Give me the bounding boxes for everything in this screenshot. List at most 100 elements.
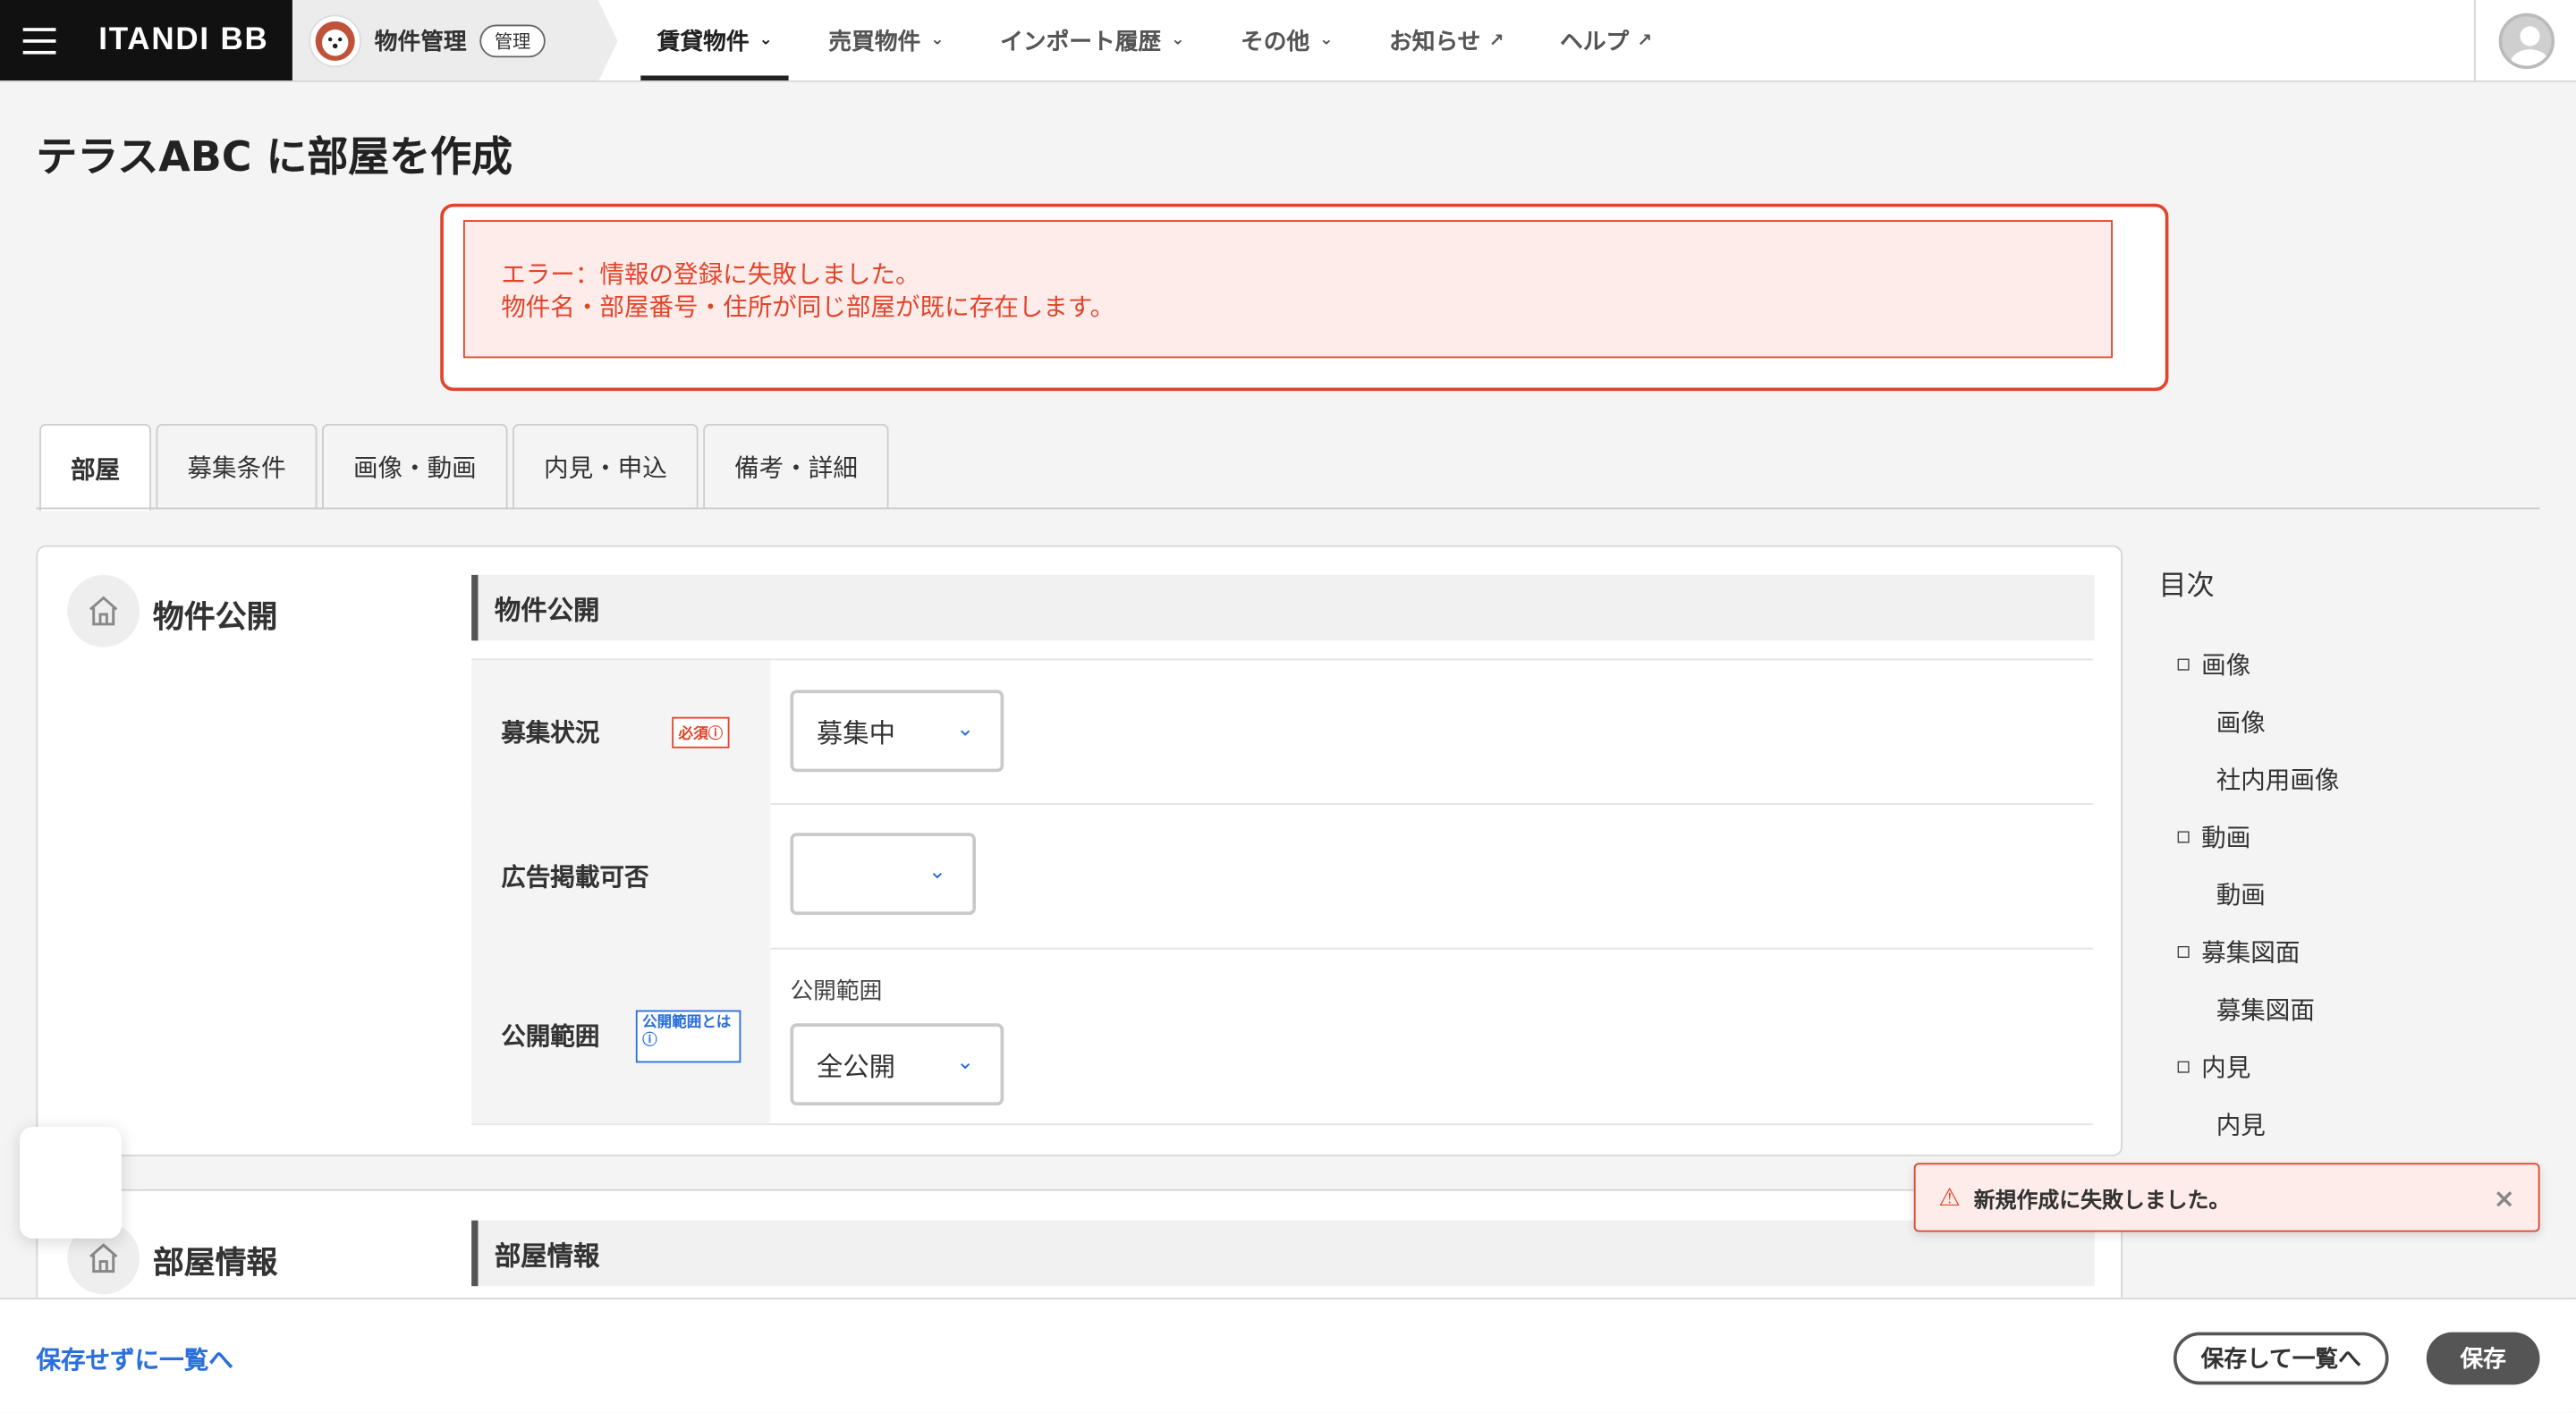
toc-item-viewing-sub[interactable]: 内見 [2158,1096,2536,1153]
warning-icon: ⚠ [1938,1182,1962,1213]
nav-news[interactable]: お知らせ ↗ [1373,0,1521,80]
menu-icon[interactable] [22,27,56,54]
user-menu[interactable] [2474,0,2576,82]
toc-item-videos[interactable]: ◇ 動画 [2158,808,2536,866]
chevron-down-icon: ⌄ [930,30,945,50]
nav-sale[interactable]: 売買物件 ⌄ [812,0,961,80]
tab-room[interactable]: 部屋 [39,423,152,512]
tag-icon: ◇ [2168,1052,2199,1082]
chevron-down-icon: ⌄ [1171,30,1185,50]
back-without-saving-link[interactable]: 保存せずに一覧へ [36,1342,233,1377]
toc-label: 募集図面 [2201,937,2301,968]
toc-item-internal-images[interactable]: 社内用画像 [2158,750,2536,808]
floating-widget[interactable] [20,1126,122,1239]
section-side-label: 部屋情報 [152,1245,278,1282]
tabs-divider [36,507,2540,510]
nav-label: 賃貸物件 [657,29,750,55]
chevron-down-icon: ⌄ [928,859,946,885]
select-value: 募集中 [816,717,896,749]
select-value: 全公開 [816,1051,896,1083]
app-switcher[interactable]: 物件管理 管理 [292,0,618,82]
scope-sublabel: 公開範囲 [790,978,883,1006]
error-message-box: エラー：情報の登録に失敗しました。 物件名・部屋番号・住所が同じ部屋が既に存在し… [462,220,2113,359]
field-row-scope: 公開範囲 公開範囲とは ⓘ 公開範囲 全公開 ⌄ [471,947,2093,1126]
toc-item-floorplan-sub[interactable]: 募集図面 [2158,981,2536,1038]
toc-item-images[interactable]: ◇ 画像 [2158,636,2536,693]
nav-label: 売買物件 [828,29,921,55]
home-icon [67,574,140,647]
tab-images-videos[interactable]: 画像・動画 [322,423,508,510]
external-link-icon: ↗ [1488,30,1504,51]
field-value: ⌄ [770,803,2093,948]
toc-item-viewing[interactable]: ◇ 内見 [2158,1038,2536,1096]
status-select[interactable]: 募集中 ⌄ [790,690,1004,773]
user-avatar-icon [2497,13,2555,70]
error-alert: エラー：情報の登録に失敗しました。 物件名・部屋番号・住所が同じ部屋が既に存在し… [440,203,2169,392]
section-side-label: 物件公開 [152,599,278,636]
field-label: 募集状況 [501,717,600,748]
required-badge-text: 必須 [678,725,708,743]
field-row-ad: 広告掲載可否 ⌄ [471,803,2093,950]
brand-logo[interactable]: ITANDI BB [98,22,268,58]
error-toast: ⚠ 新規作成に失敗しました。 × [1913,1163,2540,1232]
help-badge-text: 公開範囲とは [642,1014,732,1031]
error-line-2: 物件名・部屋番号・住所が同じ部屋が既に存在します。 [501,292,1115,322]
brand-bar: ITANDI BB [0,0,292,80]
top-header: ITANDI BB 物件管理 管理 賃貸物件 ⌄ 売買物件 ⌄ インポート履歴 … [0,0,2576,82]
scope-select[interactable]: 全公開 ⌄ [790,1023,1004,1106]
field-row-status: 募集状況 必須ⓘ 募集中 ⌄ [471,658,2093,805]
toc-item-images-sub[interactable]: 画像 [2158,693,2536,750]
field-label-wrap: 公開範囲 公開範囲とは ⓘ [471,947,771,1124]
nav-label: ヘルプ [1559,29,1630,55]
required-badge[interactable]: 必須ⓘ [672,715,730,748]
nav-label: インポート履歴 [1000,29,1162,55]
save-button[interactable]: 保存 [2426,1332,2540,1385]
toc-item-videos-sub[interactable]: 動画 [2158,866,2536,923]
tag-icon: ◇ [2168,649,2199,680]
field-value: 公開範囲 全公開 ⌄ [770,948,2093,1124]
section-publish-card: 物件公開 物件公開 募集状況 必須ⓘ 募集中 ⌄ 広告掲載可否 ⌄ 公開範囲 公… [36,545,2123,1157]
chevron-down-icon: ⌄ [956,717,975,742]
tab-notes-details[interactable]: 備考・詳細 [703,423,889,510]
field-value: 募集中 ⌄ [770,660,2093,803]
scope-help-badge[interactable]: 公開範囲とは ⓘ [635,1009,741,1062]
main-nav: 賃貸物件 ⌄ 売買物件 ⌄ インポート履歴 ⌄ その他 ⌄ お知らせ ↗ ヘルプ… [640,0,1691,80]
toc-label: 内見 [2201,1053,2251,1083]
toc-item-floorplan[interactable]: ◇ 募集図面 [2158,923,2536,980]
toc-label: 画像 [2201,650,2251,681]
external-link-icon: ↗ [1637,30,1653,51]
nav-rental[interactable]: 賃貸物件 ⌄ [640,0,791,80]
chevron-down-icon: ⌄ [1319,30,1334,50]
tag-icon: ◇ [2168,822,2199,852]
close-icon[interactable]: × [2493,1182,2515,1214]
section-heading: 部屋情報 [471,1220,2095,1287]
field-label: 広告掲載可否 [501,861,649,892]
page-title: テラスABC に部屋を作成 [36,132,513,182]
nav-import-history[interactable]: インポート履歴 ⌄ [984,0,1201,80]
tab-viewing-application[interactable]: 内見・申込 [513,423,699,510]
section-heading: 物件公開 [471,574,2095,641]
app-name: 物件管理 [374,29,467,55]
chevron-down-icon: ⌄ [956,1051,975,1076]
table-of-contents: 目次 ◇ 画像 画像 社内用画像 ◇ 動画 動画 ◇ 募集図面 募集図面 ◇ 内見 内見… [2158,562,2536,1210]
bear-mascot-icon [309,13,362,67]
toc-title: 目次 [2158,570,2215,604]
toc-label: 動画 [2201,823,2251,853]
nav-help[interactable]: ヘルプ ↗ [1544,0,1669,80]
footer-bar: 保存せずに一覧へ 保存して一覧へ 保存 [0,1297,2576,1413]
save-and-list-button[interactable]: 保存して一覧へ [2173,1332,2389,1385]
nav-label: お知らせ [1389,29,1481,55]
admin-badge: 管理 [479,23,546,57]
field-label-wrap: 広告掲載可否 [471,803,771,948]
tab-recruitment[interactable]: 募集条件 [156,423,318,510]
form-tabs: 部屋 募集条件 画像・動画 内見・申込 備考・詳細 [39,423,894,512]
field-label-wrap: 募集状況 必須ⓘ [471,660,771,804]
ad-select[interactable]: ⌄ [790,833,976,916]
field-label: 公開範囲 [501,1021,600,1052]
nav-other[interactable]: その他 ⌄ [1224,0,1350,80]
nav-label: その他 [1241,29,1310,55]
chevron-down-icon: ⌄ [758,30,773,50]
tag-icon: ◇ [2168,937,2199,967]
toast-message: 新規作成に失敗しました。 [1973,1188,2231,1214]
error-line-1: エラー：情報の登録に失敗しました。 [501,259,920,290]
